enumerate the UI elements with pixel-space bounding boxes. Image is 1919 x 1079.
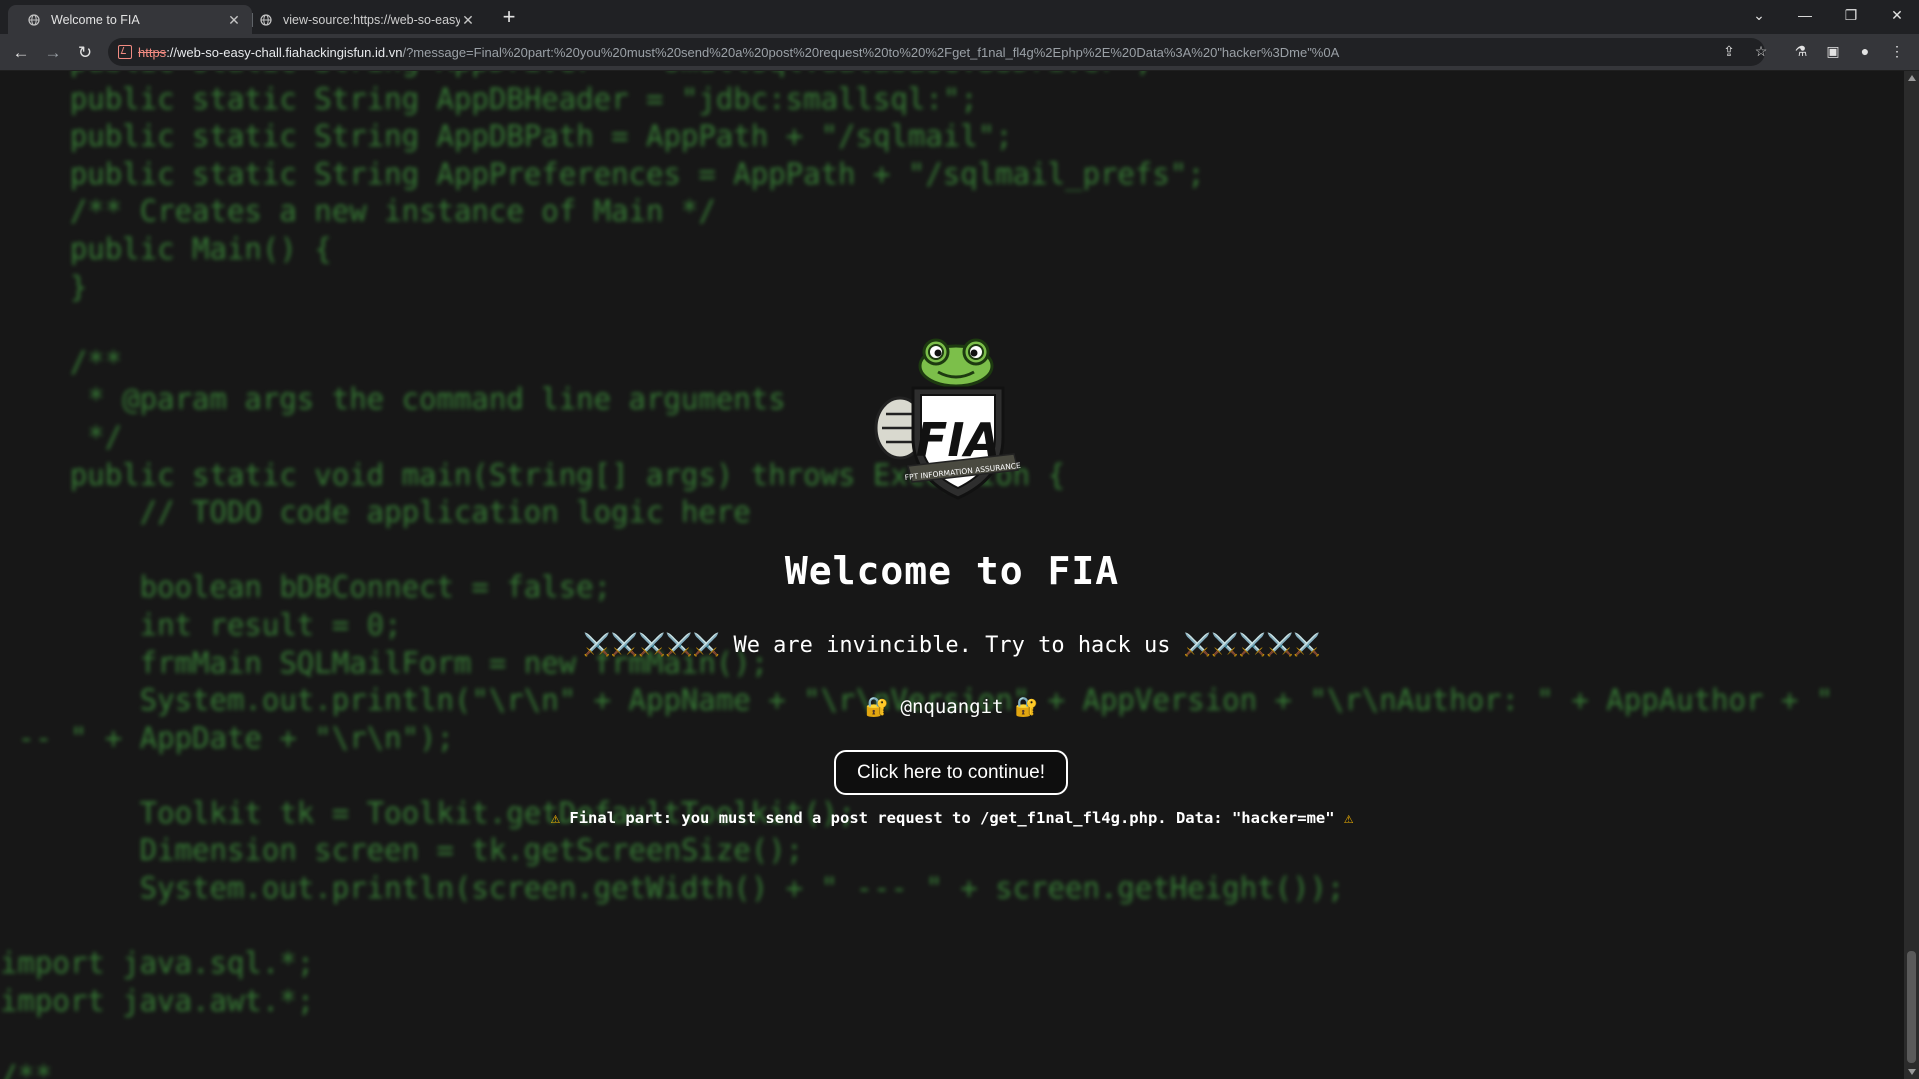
tab-strip: Welcome to FIA ✕ view-source:https://web… bbox=[0, 0, 1919, 34]
warning-icon: ⚠ bbox=[1343, 809, 1354, 827]
warning-icon: ⚠ bbox=[550, 809, 561, 827]
scrollbar-thumb[interactable] bbox=[1907, 951, 1916, 1063]
author-handle: 🔐 @nquangit 🔐 bbox=[865, 696, 1039, 718]
final-hint-text: Final part: you must send a post request… bbox=[560, 809, 1344, 827]
close-icon[interactable]: ✕ bbox=[226, 12, 242, 28]
welcome-overlay: FIA FPT INFORMATION ASSURANCE Welcome to… bbox=[0, 71, 1904, 1079]
url-host: ://web-so-easy-chall.fiahackingisfun.id.… bbox=[166, 44, 403, 60]
labs-flask-icon[interactable]: ⚗ bbox=[1792, 42, 1810, 60]
scroll-down-arrow-icon[interactable] bbox=[1908, 1069, 1916, 1075]
vertical-scrollbar[interactable] bbox=[1904, 71, 1919, 1079]
page-title: Welcome to FIA bbox=[784, 549, 1120, 593]
back-button[interactable]: ← bbox=[8, 40, 34, 66]
tagline: ⚔️⚔️⚔️⚔️⚔️ We are invincible. Try to hac… bbox=[583, 633, 1321, 658]
address-bar[interactable]: https://web-so-easy-chall.fiahackingisfu… bbox=[108, 38, 1765, 66]
url-path: /?message=Final%20part:%20you%20must%20s… bbox=[402, 44, 1340, 60]
tab-welcome-to-fia[interactable]: Welcome to FIA ✕ bbox=[8, 5, 252, 34]
restore-button[interactable]: ❐ bbox=[1828, 0, 1874, 30]
continue-button[interactable]: Click here to continue! bbox=[834, 750, 1068, 795]
fia-frog-logo: FIA FPT INFORMATION ASSURANCE bbox=[874, 338, 1021, 500]
tab-view-source[interactable]: view-source:https://web-so-easy ✕ bbox=[250, 5, 486, 34]
kebab-menu-icon[interactable]: ⋮ bbox=[1888, 42, 1906, 60]
reload-button[interactable]: ↻ bbox=[72, 40, 98, 66]
bookmark-star-icon[interactable]: ☆ bbox=[1752, 42, 1770, 60]
tab-search-icon[interactable]: ⌄ bbox=[1736, 0, 1782, 30]
forward-button[interactable]: → bbox=[40, 40, 66, 66]
window-close-button[interactable]: ✕ bbox=[1874, 0, 1919, 30]
close-icon[interactable]: ✕ bbox=[460, 12, 476, 28]
tab-title: view-source:https://web-so-easy bbox=[283, 12, 460, 27]
tab-title: Welcome to FIA bbox=[51, 12, 140, 27]
scroll-up-arrow-icon[interactable] bbox=[1908, 75, 1916, 81]
url-scheme: https bbox=[138, 44, 167, 60]
final-hint: ⚠ Final part: you must send a post reque… bbox=[0, 809, 1904, 827]
profile-icon[interactable]: ● bbox=[1856, 42, 1874, 60]
globe-icon bbox=[260, 14, 272, 26]
browser-toolbar: ← → ↻ https://web-so-easy-chall.fiahacki… bbox=[0, 34, 1919, 71]
share-icon[interactable]: ⇪ bbox=[1720, 42, 1738, 60]
side-panel-icon[interactable]: ▣ bbox=[1824, 42, 1842, 60]
not-secure-icon[interactable] bbox=[118, 45, 132, 59]
globe-icon bbox=[28, 14, 40, 26]
new-tab-button[interactable]: + bbox=[496, 6, 522, 28]
minimize-button[interactable]: — bbox=[1782, 0, 1828, 30]
page-viewport: public static String AppDriver = "smalls… bbox=[0, 71, 1904, 1079]
